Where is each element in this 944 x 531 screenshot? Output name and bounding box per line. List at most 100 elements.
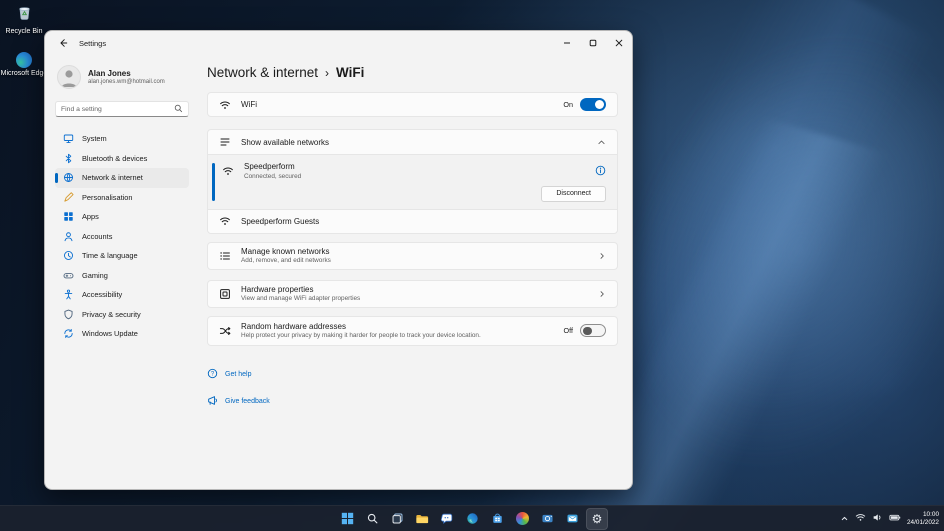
- wifi-card-label: WiFi: [241, 100, 257, 109]
- taskbar-clock[interactable]: 10:00 24/01/2022: [907, 511, 939, 527]
- settings-search[interactable]: [55, 101, 189, 117]
- known-networks-icon: [219, 250, 231, 262]
- back-button[interactable]: [55, 35, 71, 51]
- manage-known-networks-card[interactable]: Manage known networks Add, remove, and e…: [207, 242, 618, 270]
- desktop-icon-recycle-bin[interactable]: Recycle Bin: [0, 4, 50, 36]
- sidebar-item-personalisation[interactable]: Personalisation: [55, 188, 189, 208]
- window-controls: [554, 31, 632, 55]
- network-status: Connected, secured: [244, 173, 301, 180]
- hardware-properties-card[interactable]: Hardware properties View and manage WiFi…: [207, 280, 618, 308]
- gear-icon: ⚙: [592, 513, 603, 525]
- user-name: Alan Jones: [88, 69, 165, 78]
- tray-time: 10:00: [907, 511, 939, 519]
- hardware-properties-icon: [219, 288, 231, 300]
- wifi-icon: [222, 165, 234, 177]
- manage-networks-title: Manage known networks: [241, 247, 331, 256]
- desktop-icon-microsoft-edge[interactable]: Microsoft Edge: [0, 52, 50, 78]
- tray-battery-icon[interactable]: [889, 510, 901, 528]
- settings-cards: WiFi On: [207, 92, 618, 346]
- desktop-icon-label: Recycle Bin: [6, 28, 43, 36]
- other-network-row[interactable]: Speedperform Guests: [208, 209, 617, 233]
- mail-icon[interactable]: [561, 508, 583, 530]
- random-addresses-toggle[interactable]: [580, 324, 606, 337]
- user-email: alan.jones.wm@hotmail.com: [88, 79, 165, 85]
- network-info-icon[interactable]: [595, 165, 606, 176]
- chat-icon[interactable]: [436, 508, 458, 530]
- get-help-link[interactable]: ? Get help: [207, 366, 618, 384]
- task-view-icon[interactable]: [386, 508, 408, 530]
- random-addresses-state-label: Off: [564, 326, 573, 335]
- show-available-networks-label: Show available networks: [241, 138, 329, 147]
- titlebar: Settings: [45, 31, 632, 55]
- close-button[interactable]: [606, 31, 632, 55]
- accounts-icon: [63, 231, 74, 242]
- network-list-icon: [219, 136, 231, 148]
- tray-volume-icon[interactable]: [872, 510, 883, 528]
- windows-update-icon: [63, 328, 74, 339]
- start-button[interactable]: [336, 508, 358, 530]
- account-card[interactable]: Alan Jones alan.jones.wm@hotmail.com: [55, 63, 189, 91]
- sidebar-item-system[interactable]: System: [55, 129, 189, 149]
- personalisation-icon: [63, 192, 74, 203]
- photos-icon[interactable]: [511, 508, 533, 530]
- random-hardware-addresses-card: Random hardware addresses Help protect y…: [207, 316, 618, 346]
- random-addresses-title: Random hardware addresses: [241, 322, 481, 331]
- network-name: Speedperform Guests: [241, 217, 319, 226]
- edge-icon[interactable]: [461, 508, 483, 530]
- accessibility-icon: [63, 289, 74, 300]
- sidebar-nav: System Bluetooth & devices: [55, 129, 189, 344]
- network-icon: [63, 172, 74, 183]
- connected-network-row[interactable]: Speedperform Connected, secured: [208, 154, 617, 209]
- system-tray: 10:00 24/01/2022: [840, 506, 939, 531]
- wifi-icon: [219, 215, 231, 227]
- page-title: WiFi: [336, 65, 364, 80]
- gaming-icon: [63, 270, 74, 281]
- svg-text:?: ?: [211, 371, 215, 377]
- search-input[interactable]: [61, 106, 174, 113]
- sidebar-item-bluetooth-devices[interactable]: Bluetooth & devices: [55, 149, 189, 169]
- breadcrumb-parent[interactable]: Network & internet: [207, 65, 318, 80]
- sidebar-item-network-internet[interactable]: Network & internet: [55, 168, 189, 188]
- window-title: Settings: [79, 39, 106, 48]
- search-icon[interactable]: [361, 508, 383, 530]
- sidebar-item-gaming[interactable]: Gaming: [55, 266, 189, 286]
- sidebar-item-apps[interactable]: Apps: [55, 207, 189, 227]
- search-icon: [174, 100, 183, 118]
- random-addresses-subtitle: Help protect your privacy by making it h…: [241, 332, 481, 339]
- chevron-right-icon: [598, 290, 606, 298]
- settings-taskbar-icon[interactable]: ⚙: [586, 508, 608, 530]
- wifi-icon: [219, 99, 231, 111]
- shuffle-icon: [219, 325, 231, 337]
- sidebar-item-windows-update[interactable]: Windows Update: [55, 324, 189, 344]
- store-icon[interactable]: [486, 508, 508, 530]
- bluetooth-icon: [63, 153, 74, 164]
- sidebar-item-privacy-security[interactable]: Privacy & security: [55, 305, 189, 325]
- hardware-properties-title: Hardware properties: [241, 285, 360, 294]
- feedback-icon: [207, 393, 218, 411]
- sidebar-item-accessibility[interactable]: Accessibility: [55, 285, 189, 305]
- maximize-button[interactable]: [580, 31, 606, 55]
- network-name: Speedperform: [244, 162, 301, 171]
- sidebar: Alan Jones alan.jones.wm@hotmail.com: [45, 55, 195, 489]
- avatar: [57, 65, 81, 89]
- taskbar: ⚙: [0, 505, 944, 531]
- available-networks-card: Show available networks: [207, 129, 618, 234]
- tray-chevron-up-icon[interactable]: [840, 510, 849, 528]
- minimize-button[interactable]: [554, 31, 580, 55]
- sidebar-item-time-language[interactable]: Time & language: [55, 246, 189, 266]
- give-feedback-link[interactable]: Give feedback: [207, 393, 618, 411]
- taskbar-center-icons: ⚙: [336, 506, 608, 531]
- camera-icon[interactable]: [536, 508, 558, 530]
- tray-wifi-icon[interactable]: [855, 510, 866, 528]
- footer-links: ? Get help Give feedback: [207, 366, 618, 411]
- breadcrumb-separator: ›: [325, 66, 329, 80]
- screen: Recycle Bin Microsoft Edge Settings: [0, 0, 944, 531]
- wifi-toggle[interactable]: [580, 98, 606, 111]
- edge-icon: [16, 52, 32, 68]
- desktop-icon-label: Microsoft Edge: [1, 70, 48, 78]
- file-explorer-icon[interactable]: [411, 508, 433, 530]
- disconnect-button[interactable]: Disconnect: [541, 186, 606, 202]
- show-available-networks-header[interactable]: Show available networks: [208, 130, 617, 154]
- sidebar-item-accounts[interactable]: Accounts: [55, 227, 189, 247]
- main-content: Network & internet › WiFi WiFi On: [195, 55, 632, 489]
